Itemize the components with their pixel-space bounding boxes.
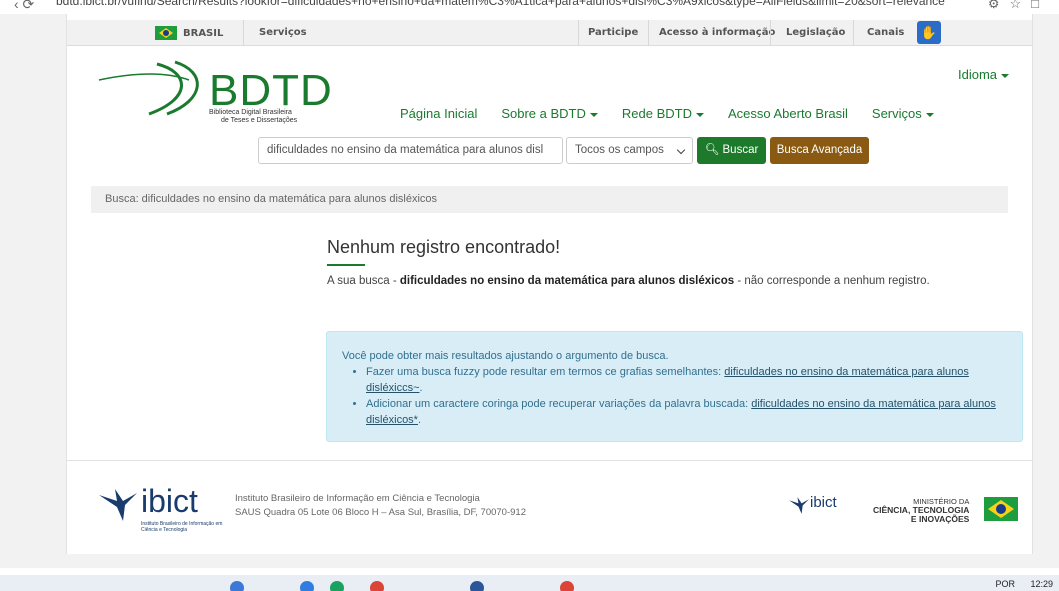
nav-label: Acesso Aberto Brasil: [727, 106, 848, 121]
accessibility-hands-icon[interactable]: ✋: [917, 21, 941, 44]
gov-divider: [853, 20, 854, 46]
brasil-link[interactable]: BRASIL: [155, 26, 223, 40]
title-underline: [327, 264, 365, 266]
gov-participe-link[interactable]: Participe: [588, 27, 638, 38]
suggestion-fuzzy: Fazer uma busca fuzzy pode resultar em t…: [366, 364, 1007, 396]
scope-selected-label: Tocos os campos: [575, 144, 664, 156]
app-icon[interactable]: [330, 581, 344, 591]
search-icon: 🔍︎: [704, 144, 720, 156]
logo-subtitle-1: Biblioteca Digital Brasileira: [209, 109, 292, 116]
ibict-small-logo[interactable]: ibict: [788, 492, 854, 528]
ibict-bird-icon: [99, 489, 137, 521]
app-icon[interactable]: [370, 581, 384, 591]
ibict-small-wordmark: ibict: [810, 494, 837, 511]
breadcrumb: Busca: dificuldades no ensino da matemát…: [91, 186, 1008, 213]
browser-nav-icons[interactable]: ‹ ⟳: [14, 0, 34, 13]
caret-down-icon: [1001, 73, 1010, 78]
logo-subtitle-2: de Teses e Dissertações: [221, 117, 298, 124]
brasil-label: BRASIL: [183, 27, 224, 39]
app-icon[interactable]: [560, 581, 574, 591]
no-results-message: A sua busca - dificuldades no ensino da …: [327, 275, 930, 287]
gov-divider: [578, 20, 579, 46]
browser-address-strip: ‹ ⟳ bdtd.ibict.br/vufind/Search/Results?…: [0, 0, 1059, 14]
ibict-logo[interactable]: ibict Instituto Brasileiro de Informação…: [97, 481, 237, 541]
nav-label: Sobre a BDTD: [501, 106, 586, 121]
taskbar-clock[interactable]: 12:29: [1030, 579, 1053, 589]
gov-divider: [770, 20, 771, 46]
advanced-search-button[interactable]: Busca Avançada: [770, 137, 869, 164]
nav-label: Página Inicial: [400, 106, 478, 121]
footer-address: Instituto Brasileiro de Informação em Ci…: [235, 492, 526, 520]
suggestions-list: Fazer uma busca fuzzy pode resultar em t…: [366, 364, 1007, 428]
nav-sobre-bdtd[interactable]: Sobre a BDTD: [501, 106, 598, 121]
ibict-tagline: Instituto Brasileiro de Informação em Ci…: [141, 521, 223, 533]
app-icon[interactable]: [230, 581, 244, 591]
gov-divider: [243, 20, 244, 46]
nav-label: Rede BDTD: [621, 106, 692, 121]
page-title: Nenhum registro encontrado!: [327, 237, 561, 257]
page-container: BRASIL Serviços Participe Acesso à infor…: [66, 14, 1033, 554]
main-nav: Página Inicial Sobre a BDTD Rede BDTD Ac…: [400, 106, 958, 121]
ibict-bird-icon: [789, 497, 809, 514]
brazil-flag-icon: [984, 497, 1018, 521]
footer-street: SAUS Quadra 05 Lote 06 Bloco H – Asa Sul…: [235, 507, 526, 518]
footer-institute: Instituto Brasileiro de Informação em Ci…: [235, 493, 480, 504]
search-button[interactable]: 🔍︎ Buscar: [697, 137, 766, 164]
nav-acesso-aberto[interactable]: Acesso Aberto Brasil: [728, 106, 848, 121]
browser-url[interactable]: bdtd.ibict.br/vufind/Search/Results?look…: [56, 0, 945, 8]
gov-servicos-link[interactable]: Serviços: [259, 27, 307, 38]
caret-down-icon: [695, 112, 704, 117]
idioma-label: Idioma: [958, 67, 998, 82]
suggestions-intro: Você pode obter mais resultados ajustand…: [342, 350, 669, 362]
ministerio-line-3-text: E INOVAÇÕES: [910, 514, 970, 524]
input-language[interactable]: POR: [995, 579, 1015, 589]
ministerio-line-3: E INOVAÇÕES: [873, 515, 969, 524]
nav-rede-bdtd[interactable]: Rede BDTD: [622, 106, 704, 121]
bdtd-logo[interactable]: BDTD Biblioteca Digital Brasileira de Te…: [97, 58, 332, 130]
nav-servicos[interactable]: Serviços: [872, 106, 934, 121]
chevron-down-icon: [676, 145, 686, 155]
message-query: dificuldades no ensino da matemática par…: [399, 275, 735, 287]
nav-label: Serviços: [871, 106, 922, 121]
search-scope-select[interactable]: Tocos os campos: [566, 137, 693, 164]
search-button-label: Buscar: [722, 144, 759, 156]
ministerio-logo[interactable]: MINISTÉRIO DA CIÊNCIA, TECNOLOGIA E INOV…: [873, 497, 969, 524]
idioma-dropdown[interactable]: Idioma: [958, 67, 1010, 82]
message-prefix: A sua busca -: [327, 275, 400, 287]
gov-legislacao-link[interactable]: Legislação: [786, 27, 845, 38]
wildcard-text: Adicionar um caractere coringa pode recu…: [366, 398, 752, 410]
suggestion-wildcard: Adicionar um caractere coringa pode recu…: [366, 396, 1007, 428]
fuzzy-text: Fazer uma busca fuzzy pode resultar em t…: [366, 366, 725, 378]
bdtd-swoosh-icon: [98, 60, 199, 116]
message-suffix: - não corresponde a nenhum registro.: [734, 275, 930, 287]
gov-canais-link[interactable]: Canais: [867, 27, 904, 38]
brazil-flag-icon: [155, 26, 177, 40]
caret-down-icon: [589, 112, 598, 117]
browser-toolbar-icons[interactable]: ⚙☆□: [988, 0, 1049, 12]
gov-divider: [648, 20, 649, 46]
search-input[interactable]: dificuldades no ensino da matemática par…: [258, 137, 563, 164]
caret-down-icon: [925, 112, 934, 117]
ibict-wordmark: ibict: [141, 483, 198, 519]
footer-divider: [67, 460, 1032, 461]
suggestions-box: Você pode obter mais resultados ajustand…: [326, 331, 1023, 442]
app-icon[interactable]: [470, 581, 484, 591]
nav-pagina-inicial[interactable]: Página Inicial: [400, 106, 477, 121]
app-icon[interactable]: [300, 581, 314, 591]
os-taskbar: POR 12:29: [0, 575, 1059, 591]
gov-bar: BRASIL Serviços Participe Acesso à infor…: [67, 20, 1032, 46]
gov-acesso-link[interactable]: Acesso à informação: [659, 27, 775, 38]
